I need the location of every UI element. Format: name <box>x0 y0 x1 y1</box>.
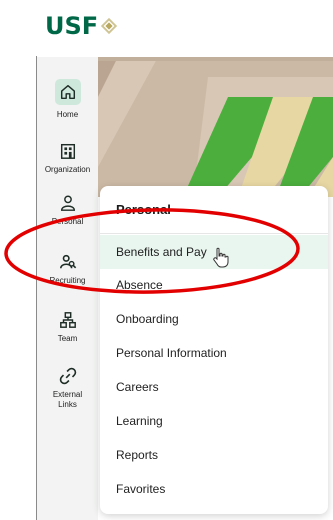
sidebar-item-label: Personal <box>51 217 84 226</box>
home-icon <box>60 84 75 100</box>
menu-item-benefits-and-pay[interactable]: Benefits and Pay <box>100 235 328 269</box>
menu-divider <box>100 233 328 234</box>
menu-item-label: Absence <box>116 278 163 292</box>
sidebar-item-team[interactable]: Team <box>37 311 98 344</box>
person-icon <box>60 195 75 211</box>
menu-item-label: Careers <box>116 380 159 394</box>
sidebar: Home Organization Personal Recruiting Te… <box>37 57 98 520</box>
header-banner-image <box>98 57 333 197</box>
bull-emblem-icon <box>101 17 118 35</box>
sidebar-item-label: Recruiting <box>49 276 86 285</box>
menu-item-favorites[interactable]: Favorites <box>100 472 328 506</box>
sidebar-item-external-links[interactable]: External Links <box>37 367 98 410</box>
sidebar-item-personal[interactable]: Personal <box>37 194 98 227</box>
menu-item-label: Benefits and Pay <box>116 245 207 259</box>
building-icon <box>60 143 75 159</box>
menu-item-reports[interactable]: Reports <box>100 438 328 472</box>
sidebar-item-label: Home <box>56 110 79 119</box>
menu-item-onboarding[interactable]: Onboarding <box>100 302 328 336</box>
logo-text: USF <box>45 12 99 40</box>
sidebar-item-recruiting[interactable]: Recruiting <box>37 253 98 286</box>
sidebar-item-organization[interactable]: Organization <box>37 142 98 175</box>
usf-logo[interactable]: USF <box>45 12 118 40</box>
org-chart-icon <box>59 312 76 328</box>
menu-item-absence[interactable]: Absence <box>100 268 328 302</box>
menu-item-careers[interactable]: Careers <box>100 370 328 404</box>
personal-flyout-menu: Personal Benefits and Pay Absence Onboar… <box>100 186 328 514</box>
menu-item-label: Personal Information <box>116 346 227 360</box>
menu-item-personal-information[interactable]: Personal Information <box>100 336 328 370</box>
link-icon <box>59 367 76 385</box>
sidebar-item-label: External Links <box>52 390 83 409</box>
menu-item-label: Reports <box>116 448 159 462</box>
menu-item-learning[interactable]: Learning <box>100 404 328 438</box>
menu-item-label: Learning <box>116 414 163 428</box>
home-icon-box <box>54 79 81 105</box>
sidebar-item-label: Team <box>57 334 78 343</box>
menu-item-label: Favorites <box>116 482 166 496</box>
people-search-icon <box>59 254 76 269</box>
banner-graphic <box>98 57 333 197</box>
menu-title: Personal <box>116 202 171 217</box>
sidebar-item-label: Organization <box>44 165 91 174</box>
sidebar-item-home[interactable]: Home <box>37 79 98 120</box>
menu-item-label: Onboarding <box>116 312 179 326</box>
